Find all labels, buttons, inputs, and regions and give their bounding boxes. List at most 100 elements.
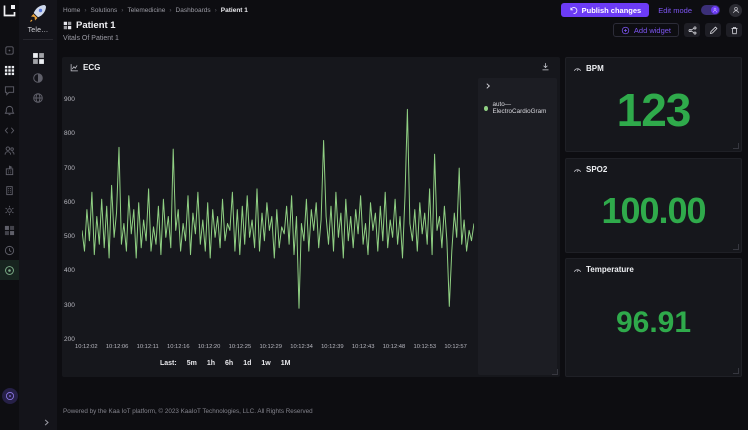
sidebar-item-settings[interactable] <box>0 200 19 220</box>
y-tick: 200 <box>64 335 75 343</box>
chat-icon <box>4 85 15 96</box>
y-tick: 300 <box>64 301 75 309</box>
sidebar-item-active-target[interactable] <box>0 260 19 280</box>
delete-dashboard-button[interactable] <box>726 23 742 37</box>
resize-handle[interactable] <box>552 369 558 375</box>
range-1h[interactable]: 1h <box>207 360 215 367</box>
top-bar: Home › Solutions › Telemedicine › Dashbo… <box>63 0 742 20</box>
x-tick: 10:12:25 <box>228 344 252 350</box>
ecg-plot-area[interactable] <box>81 99 475 341</box>
range-1d[interactable]: 1d <box>243 360 251 367</box>
x-axis: 10:12:02 10:12:06 10:12:11 10:12:16 10:1… <box>75 344 467 350</box>
sidebar-item-users[interactable] <box>0 140 19 160</box>
chevron-right-icon <box>484 82 492 90</box>
legend-collapse-button[interactable] <box>484 82 492 90</box>
bpm-value: 123 <box>616 83 692 136</box>
sidebar-item-notifications[interactable] <box>0 100 19 120</box>
publish-changes-button[interactable]: Publish changes <box>560 3 650 17</box>
download-chart-button[interactable] <box>541 62 550 71</box>
x-tick: 10:12:53 <box>413 344 437 350</box>
x-tick: 10:12:57 <box>444 344 467 350</box>
sidebar-item-code[interactable] <box>0 120 19 140</box>
trash-icon <box>730 26 739 35</box>
sidebar-item-chat[interactable] <box>0 80 19 100</box>
edit-dashboard-button[interactable] <box>705 23 721 37</box>
range-1M[interactable]: 1M <box>281 360 291 367</box>
dashboard-icon <box>63 21 72 30</box>
toggle-knob <box>711 6 719 14</box>
breadcrumb-separator: › <box>214 6 217 14</box>
share-button[interactable] <box>684 23 700 37</box>
breadcrumb-current: Patient 1 <box>220 6 248 14</box>
breadcrumb-separator: › <box>121 6 124 14</box>
sidebar-item-dashboards[interactable] <box>19 48 57 68</box>
organization-icon <box>4 165 15 176</box>
page-header: Patient 1 Vitals Of Patient 1 Add widget <box>63 20 742 48</box>
legend-series-label: auto—ElectroCardioGram <box>492 101 547 115</box>
resize-handle[interactable] <box>733 244 739 250</box>
resize-handle[interactable] <box>733 143 739 149</box>
apps-icon <box>4 45 15 56</box>
user-avatar[interactable] <box>729 3 742 17</box>
share-icon <box>688 26 697 35</box>
divider <box>23 39 53 40</box>
range-5m[interactable]: 5m <box>187 360 197 367</box>
range-1w[interactable]: 1w <box>261 360 270 367</box>
legend-item[interactable]: auto—ElectroCardioGram <box>484 101 557 115</box>
sidebar-item-history[interactable] <box>0 240 19 260</box>
y-tick: 500 <box>64 233 75 241</box>
breadcrumb-home[interactable]: Home <box>63 7 80 14</box>
page-title: Patient 1 <box>76 20 116 31</box>
theme-contrast-icon <box>32 72 44 84</box>
plus-circle-icon <box>621 26 630 35</box>
y-tick: 700 <box>64 164 75 172</box>
x-tick: 10:12:06 <box>105 344 129 350</box>
y-tick: 800 <box>64 130 75 138</box>
dashboard-canvas: ECG 900 800 700 600 500 400 300 200 10:1… <box>62 50 742 384</box>
sidebar-item-widgets[interactable] <box>0 220 19 240</box>
edit-mode-label: Edit mode <box>658 5 692 15</box>
sidebar-item-solutions[interactable] <box>0 60 19 80</box>
x-tick: 10:12:34 <box>290 344 313 350</box>
sidebar-item-organization[interactable] <box>0 160 19 180</box>
dashboards-icon <box>32 52 45 65</box>
footer-text: Powered by the Kaa IoT platform, © 2023 … <box>63 408 313 415</box>
range-6h[interactable]: 6h <box>225 360 233 367</box>
sidebar-item-building[interactable] <box>0 180 19 200</box>
undo-icon <box>569 6 578 15</box>
y-axis: 900 800 700 600 500 400 300 200 <box>64 96 79 343</box>
solutions-grid-icon <box>4 65 15 76</box>
x-tick: 10:12:43 <box>351 344 375 350</box>
breadcrumb-solutions[interactable]: Solutions <box>91 7 118 14</box>
ecg-chart <box>81 108 475 309</box>
widgets-icon <box>4 225 15 236</box>
main-content: Home › Solutions › Telemedicine › Dashbo… <box>57 0 748 430</box>
y-tick: 600 <box>64 198 75 206</box>
globe-icon <box>32 92 44 104</box>
x-tick: 10:12:02 <box>75 344 98 350</box>
download-icon <box>541 62 550 71</box>
spo2-value: 100.00 <box>601 189 706 231</box>
resize-handle[interactable] <box>733 368 739 374</box>
primary-sidebar <box>0 0 19 430</box>
breadcrumb-dashboards[interactable]: Dashboards <box>176 7 211 14</box>
sidebar-item-help[interactable] <box>1 388 18 404</box>
sidebar-item-globe[interactable] <box>19 88 57 108</box>
sidebar-item-apps[interactable] <box>0 40 19 60</box>
sidebar-collapse-button[interactable] <box>42 418 51 427</box>
ecg-widget: ECG 900 800 700 600 500 400 300 200 10:1… <box>62 57 560 377</box>
breadcrumb-separator: › <box>169 6 172 14</box>
x-tick: 10:12:16 <box>167 344 190 350</box>
publish-changes-label: Publish changes <box>581 5 642 15</box>
sidebar-item-theme[interactable] <box>19 68 57 88</box>
breadcrumb-telemedicine[interactable]: Telemedicine <box>127 7 165 14</box>
app-root: Tele… Home › Solutions › Telemedicine › … <box>0 0 748 430</box>
person-icon <box>732 6 740 14</box>
breadcrumb-separator: › <box>84 6 87 14</box>
quick-range-selector: Last: 5m 1h 6h 1d 1w 1M <box>160 360 290 367</box>
edit-mode-toggle[interactable] <box>701 5 720 15</box>
rocket-logo <box>28 3 48 23</box>
add-widget-button[interactable]: Add widget <box>612 23 679 37</box>
quick-range-label: Last: <box>160 360 177 367</box>
solution-name: Tele… <box>27 27 49 34</box>
